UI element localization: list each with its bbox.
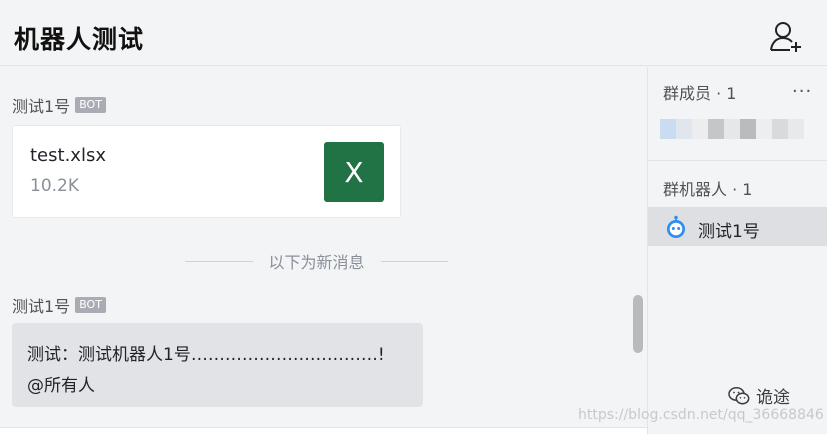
chat-scrollbar[interactable] [633,295,643,353]
wechat-account-label: 诡途 [756,388,790,408]
message-text: 测试：测试机器人1号……………………………! [27,345,385,365]
robot-icon [667,215,685,238]
sender-name: 测试1号 [12,97,71,116]
divider-label: 以下为新消息 [268,253,365,272]
chat-header: 机器人测试 [0,0,827,66]
sidebar-divider [648,160,827,161]
more-icon[interactable]: ··· [792,81,812,102]
sidebar-bot-item[interactable]: 测试1号 [648,207,827,246]
message-list[interactable]: 测试1号 BOT test.xlsx 10.2K X 以下为新消息 测试1号 B… [0,67,647,427]
file-name: test.xlsx [30,145,106,166]
wechat-icon [728,386,750,404]
excel-file-icon: X [324,142,384,202]
page-title: 机器人测试 [14,25,145,54]
message-sender: 测试1号 BOT [12,293,106,317]
file-attachment-card[interactable]: test.xlsx 10.2K X [12,125,401,218]
add-user-icon[interactable] [768,18,804,54]
divider-line [380,260,449,262]
bot-name: 测试1号 [698,222,760,242]
bot-badge: BOT [75,97,106,113]
divider-line [185,260,253,262]
new-messages-divider: 以下为新消息 [185,249,449,273]
file-size: 10.2K [30,176,79,196]
sender-name: 测试1号 [12,297,71,316]
message-input-area[interactable] [0,427,647,434]
members-heading: 群成员 · 1 [663,84,737,103]
message-sender: 测试1号 BOT [12,93,106,117]
bots-heading: 群机器人 · 1 [663,180,753,199]
watermark-url: https://blog.csdn.net/qq_36668846 [578,407,824,423]
wechat-watermark: 诡途 [728,383,790,408]
member-avatar-blurred[interactable] [660,119,804,139]
bot-badge: BOT [75,297,106,313]
message-bubble[interactable]: 测试：测试机器人1号……………………………! @所有人 [12,323,423,407]
group-info-panel: 群成员 · 1 ··· 群机器人 · 1 测试1号 [647,67,827,434]
mention-text: @所有人 [27,376,95,396]
